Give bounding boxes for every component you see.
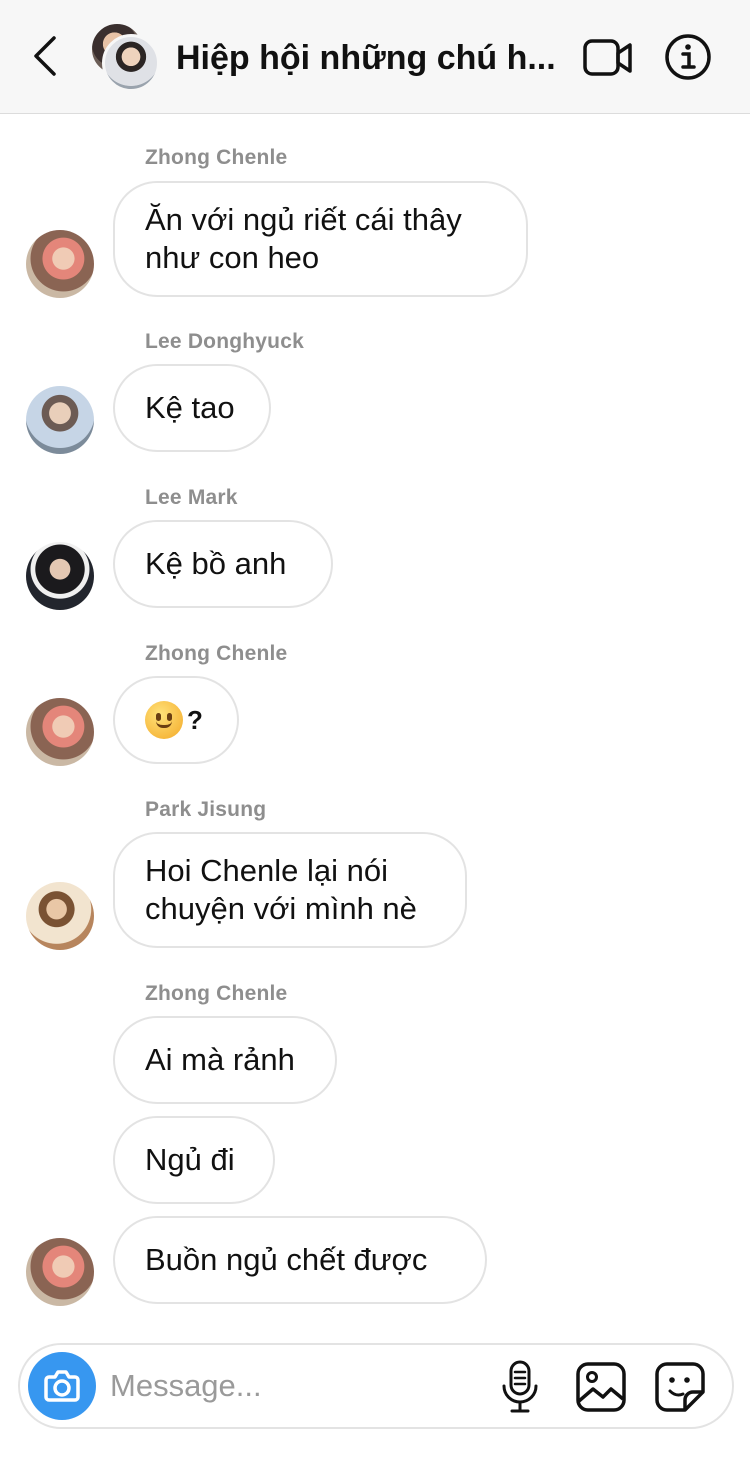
message-text: Kệ bồ anh (145, 546, 287, 581)
camera-icon (44, 1370, 80, 1402)
sender-name: Zhong Chenle (145, 982, 288, 1005)
gallery-button[interactable] (575, 1361, 627, 1413)
message-composer (18, 1343, 734, 1429)
sender-name: Lee Mark (145, 486, 238, 509)
message-text: Ngủ đi (145, 1142, 235, 1177)
slightly-smiling-face-icon (145, 701, 183, 739)
info-icon (665, 34, 711, 80)
avatar[interactable] (26, 1238, 94, 1306)
microphone-icon (502, 1360, 538, 1413)
message-bubble[interactable]: Buồn ngủ chết được (113, 1216, 487, 1304)
chat-title[interactable]: Hiệp hội những chú h... (176, 36, 568, 80)
group-avatar[interactable] (90, 22, 162, 94)
chat-header: Hiệp hội những chú h... (0, 0, 750, 114)
message-bubble[interactable]: Ai mà rảnh (113, 1016, 337, 1104)
image-icon (576, 1362, 626, 1412)
sender-name: Zhong Chenle (145, 146, 288, 169)
message-text: Hoi Chenle lại nói chuyện với mình nè (145, 853, 417, 926)
message-text: Buồn ngủ chết được (145, 1242, 428, 1277)
message-text: Ăn với ngủ riết cái thây như con heo (145, 202, 462, 275)
sticker-icon (655, 1362, 705, 1412)
info-button[interactable] (664, 33, 712, 81)
video-camera-icon (583, 39, 632, 76)
avatar[interactable] (26, 698, 94, 766)
avatar[interactable] (26, 542, 94, 610)
message-bubble[interactable]: Kệ tao (113, 364, 271, 452)
message-bubble[interactable]: Kệ bồ anh (113, 520, 333, 608)
message-text: Ai mà rảnh (145, 1042, 295, 1077)
camera-button[interactable] (28, 1352, 96, 1420)
chevron-left-icon (34, 36, 56, 76)
video-call-button[interactable] (582, 36, 634, 80)
avatar[interactable] (26, 882, 94, 950)
sender-name: Zhong Chenle (145, 642, 288, 665)
sender-name: Lee Donghyuck (145, 330, 304, 353)
message-bubble[interactable]: ? (113, 676, 239, 764)
avatar[interactable] (26, 230, 94, 298)
message-bubble[interactable]: Ngủ đi (113, 1116, 275, 1204)
message-text: Kệ tao (145, 390, 235, 425)
group-avatar-front (102, 34, 160, 92)
sticker-button[interactable] (654, 1361, 706, 1413)
message-input[interactable] (110, 1363, 490, 1409)
message-text: ? (187, 705, 203, 735)
voice-message-button[interactable] (500, 1359, 540, 1415)
message-bubble[interactable]: Ăn với ngủ riết cái thây như con heo (113, 181, 528, 297)
sender-name: Park Jisung (145, 798, 267, 821)
message-bubble[interactable]: Hoi Chenle lại nói chuyện với mình nè (113, 832, 467, 948)
back-button[interactable] (26, 34, 66, 78)
avatar[interactable] (26, 386, 94, 454)
